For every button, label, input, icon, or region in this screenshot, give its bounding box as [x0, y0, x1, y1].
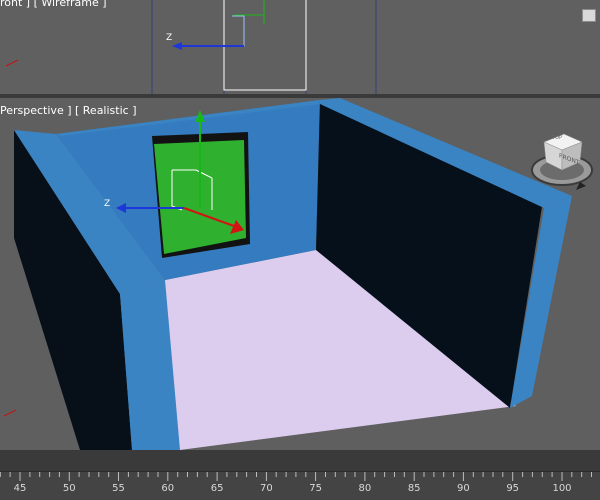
perspective-viewport-label[interactable]: Perspective ] [ Realistic ]: [0, 104, 137, 117]
timeline-tick-label: 95: [506, 483, 520, 494]
viewport-maximize-button[interactable]: [582, 9, 596, 22]
timeline[interactable]: 45 50 55 60 65 70 75 80 85 90 95 100: [0, 450, 600, 500]
timeline-tick-label: 45: [13, 483, 27, 494]
front-viewport-canvas: [5, 0, 377, 94]
timeline-ruler[interactable]: 45 50 55 60 65 70 75 80 85 90 95 100: [0, 472, 600, 500]
front-z-label: Z: [166, 33, 173, 43]
viewcube-top-label: TOP: [552, 135, 563, 141]
timeline-tick-label: 100: [552, 483, 572, 494]
timeline-tick-label: 90: [457, 483, 470, 494]
timeline-tick-label: 60: [161, 483, 175, 494]
viewcube[interactable]: [531, 133, 593, 190]
front-viewport[interactable]: ront ] [ Wireframe ] Z: [0, 0, 600, 94]
timeline-tick-label: 85: [407, 483, 421, 494]
world-x-axis-icon: [5, 59, 19, 67]
timeline-tick-label: 65: [210, 483, 224, 494]
front-viewport-label[interactable]: ront ] [ Wireframe ]: [0, 0, 107, 9]
timeline-tick-label: 75: [309, 483, 322, 494]
timeline-tick-label: 55: [112, 483, 125, 494]
timeline-tick-label: 70: [260, 483, 273, 494]
front-z-arrow-icon[interactable]: [172, 42, 182, 50]
timeline-tick-label: 80: [358, 483, 372, 494]
3d-app-window: ront ] [ Wireframe ] Z Perspective] [R…: [0, 0, 600, 500]
timeline-track[interactable]: [0, 450, 600, 472]
timeline-tick-label: 50: [62, 483, 76, 494]
world-axis-icon: [3, 409, 17, 417]
perspective-z-label: Z: [104, 199, 111, 209]
perspective-viewport[interactable]: Perspective ] [ Realistic ] Z TOP FRONT: [0, 98, 600, 450]
perspective-viewport-canvas: [3, 98, 593, 450]
